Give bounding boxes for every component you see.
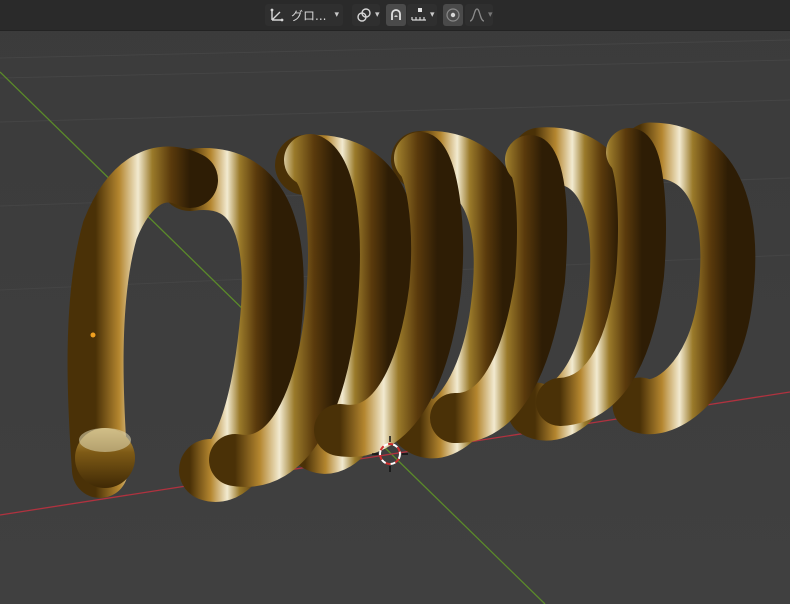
- snap-magnet-icon: [389, 8, 403, 22]
- falloff-curve-icon: [469, 7, 485, 23]
- proportional-editing-toggle[interactable]: [443, 4, 463, 26]
- chevron-down-icon: ▾: [430, 10, 435, 20]
- viewport-canvas[interactable]: [0, 0, 790, 604]
- snap-toggle[interactable]: [386, 4, 406, 26]
- chevron-down-icon: ▾: [488, 10, 493, 20]
- pivot-point-dropdown[interactable]: ▾: [352, 4, 380, 26]
- snap-target-dropdown[interactable]: ▾: [407, 4, 437, 26]
- chevron-down-icon: ▾: [334, 10, 339, 20]
- transform-orientation-dropdown[interactable]: グロ... ▾: [265, 4, 343, 26]
- transform-orientation-icon: [269, 7, 285, 23]
- viewport-header: グロ... ▾ ▾ ▾ ▾: [0, 0, 790, 31]
- pivot-point-icon: [356, 7, 372, 23]
- falloff-dropdown[interactable]: ▾: [465, 4, 493, 26]
- 3d-viewport[interactable]: [0, 0, 790, 604]
- transform-orientation-label: グロ...: [291, 8, 327, 23]
- snap-increment-icon: [411, 7, 427, 23]
- object-origin-icon[interactable]: [90, 332, 96, 338]
- proportional-editing-icon: [446, 8, 460, 22]
- coil-spring-mesh[interactable]: [67, 122, 756, 502]
- chevron-down-icon: ▾: [375, 10, 380, 20]
